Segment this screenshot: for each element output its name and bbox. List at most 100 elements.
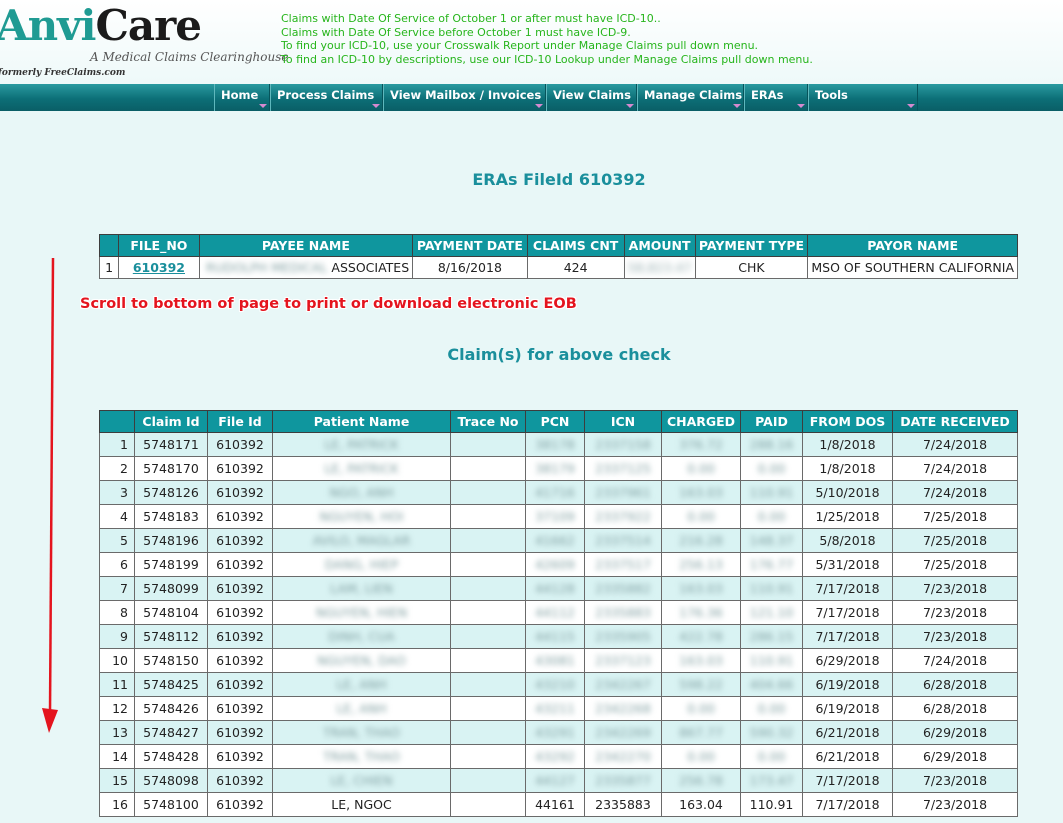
- icn: 2342269: [595, 725, 651, 740]
- paid-cell: 0.00: [740, 456, 803, 481]
- row-index-cell: 14: [99, 744, 135, 769]
- chevron-down-icon: [733, 104, 741, 108]
- row-index: 7: [120, 581, 128, 596]
- file-no-link[interactable]: 610392: [133, 260, 185, 275]
- file-table-header: FILE_NO PAYEE NAME PAYMENT DATE CLAIMS C…: [98, 234, 1018, 257]
- file-id: 610392: [216, 749, 264, 764]
- pcn: 38179: [535, 461, 575, 476]
- menu-label: Tools: [815, 88, 848, 102]
- trace-no-cell: [450, 696, 526, 721]
- claim-id: 5748425: [143, 677, 199, 692]
- col-header: Trace No: [450, 410, 526, 433]
- date-received-cell: 7/25/2018: [892, 504, 1018, 529]
- table-row: 2 5748170 610392 LE, PATRICK 38179 2337125 0.0…: [99, 456, 1018, 481]
- menu-label: View Mailbox / Invoices: [390, 88, 542, 102]
- formerly-text: formerly FreeClaims.com: [0, 68, 126, 78]
- file-id-cell: 610392: [207, 600, 273, 625]
- paid-cell: 110.91: [740, 576, 803, 601]
- icn: 2335883: [595, 605, 651, 620]
- from-dos-cell: 1/8/2018: [802, 456, 893, 481]
- from-dos-cell: 7/17/2018: [802, 768, 893, 793]
- paid-cell: 110.91: [740, 792, 803, 817]
- table-row: 12 5748426 610392 LE, ANH 43211 2342268 0.00 0.…: [99, 696, 1018, 721]
- row-index-cell: 11: [99, 672, 135, 697]
- from-dos: 1/8/2018: [819, 437, 876, 452]
- paid: 288.16: [749, 437, 794, 452]
- file-row: 1 610392 RUDOLPH MEDICAL ASSOCIATES 8/16…: [98, 256, 1018, 279]
- date-received: 6/28/2018: [922, 677, 988, 692]
- from-dos-cell: 6/19/2018: [802, 696, 893, 721]
- icn: 2335905: [595, 629, 651, 644]
- pcn: 43210: [535, 677, 575, 692]
- from-dos-cell: 5/8/2018: [802, 528, 893, 553]
- pcn-cell: 38178: [525, 432, 585, 457]
- file-id-cell: 610392: [207, 696, 273, 721]
- file-id-cell: 610392: [207, 432, 273, 457]
- claim-id-cell: 5748104: [134, 600, 208, 625]
- table-row: 8 5748104 610392 NGUYEN, HIEN 44112 2335883 17…: [99, 600, 1018, 625]
- menu-view-mailbox[interactable]: View Mailbox / Invoices: [383, 84, 546, 111]
- menu-manage-claims[interactable]: Manage Claims: [637, 84, 744, 111]
- claims-table-header: Claim Id File Id Patient Name Trace No P…: [99, 410, 1018, 433]
- file-id: 610392: [216, 581, 264, 596]
- date-received-cell: 7/24/2018: [892, 456, 1018, 481]
- patient-name: DANG, HIEP: [324, 557, 399, 572]
- table-row: 1 5748171 610392 LE, PATRICK 38178 2337158 376…: [99, 432, 1018, 457]
- row-index: 5: [120, 533, 128, 548]
- row-index: 16: [112, 797, 128, 812]
- paid-cell: 0.00: [740, 696, 803, 721]
- date-received-cell: 7/23/2018: [892, 576, 1018, 601]
- patient-name: LE, NGOC: [331, 797, 392, 812]
- from-dos-cell: 6/19/2018: [802, 672, 893, 697]
- file-id-cell: 610392: [207, 504, 273, 529]
- col-header: PAYOR NAME: [807, 234, 1018, 257]
- row-index-cell: 5: [99, 528, 135, 553]
- claim-id: 5748112: [143, 629, 199, 644]
- icn: 2342270: [595, 749, 651, 764]
- file-id: 610392: [216, 605, 264, 620]
- pcn: 44127: [535, 773, 575, 788]
- date-received-cell: 7/24/2018: [892, 648, 1018, 673]
- charged: 256.78: [679, 773, 723, 788]
- icn: 2335882: [595, 581, 651, 596]
- date-received: 7/23/2018: [922, 797, 988, 812]
- claim-id: 5748104: [143, 605, 199, 620]
- chevron-down-icon: [626, 104, 634, 108]
- date-received-cell: 6/28/2018: [892, 672, 1018, 697]
- file-id-cell: 610392: [207, 768, 273, 793]
- pcn-cell: 44112: [525, 600, 585, 625]
- from-dos-cell: 1/8/2018: [802, 432, 893, 457]
- from-dos-cell: 7/17/2018: [802, 792, 893, 817]
- file-id: 610392: [216, 485, 264, 500]
- menu-process-claims[interactable]: Process Claims: [270, 84, 383, 111]
- table-row: 11 5748425 610392 LE, ANH 43210 2342267 598.22…: [99, 672, 1018, 697]
- from-dos: 1/8/2018: [819, 461, 876, 476]
- menu-eras[interactable]: ERAs: [744, 84, 808, 111]
- date-received-cell: 7/23/2018: [892, 792, 1018, 817]
- date-received-cell: 7/25/2018: [892, 552, 1018, 577]
- menu-view-claims[interactable]: View Claims: [546, 84, 637, 111]
- trace-no-cell: [450, 672, 526, 697]
- from-dos: 6/21/2018: [815, 725, 880, 740]
- menu-tools[interactable]: Tools: [808, 84, 918, 111]
- notice-line: To find your ICD-10, use your Crosswalk …: [281, 39, 759, 52]
- scroll-note: Scroll to bottom of page to print or dow…: [80, 296, 577, 312]
- patient-name-cell: AVILO, MAGLAR: [272, 528, 451, 553]
- pcn-cell: 44127: [525, 768, 585, 793]
- paid-cell: 110.91: [740, 648, 803, 673]
- pcn: 44112: [535, 605, 575, 620]
- anvicare-logo[interactable]: AnviCare: [0, 2, 202, 50]
- payee-name-redacted: RUDOLPH MEDICAL: [206, 260, 328, 275]
- row-index-cell: 3: [99, 480, 135, 505]
- from-dos-cell: 7/17/2018: [802, 600, 893, 625]
- menu-home[interactable]: Home: [214, 84, 270, 111]
- payment-date-cell: 8/16/2018: [412, 256, 528, 279]
- pcn: 44115: [535, 629, 575, 644]
- pcn-cell: 41716: [525, 480, 585, 505]
- row-index-cell: 4: [99, 504, 135, 529]
- patient-name: NGUYEN, HIEN: [315, 605, 408, 620]
- date-received: 7/24/2018: [922, 461, 988, 476]
- row-index: 8: [120, 605, 128, 620]
- charged-cell: 256.13: [661, 552, 741, 577]
- charged: 867.77: [679, 725, 723, 740]
